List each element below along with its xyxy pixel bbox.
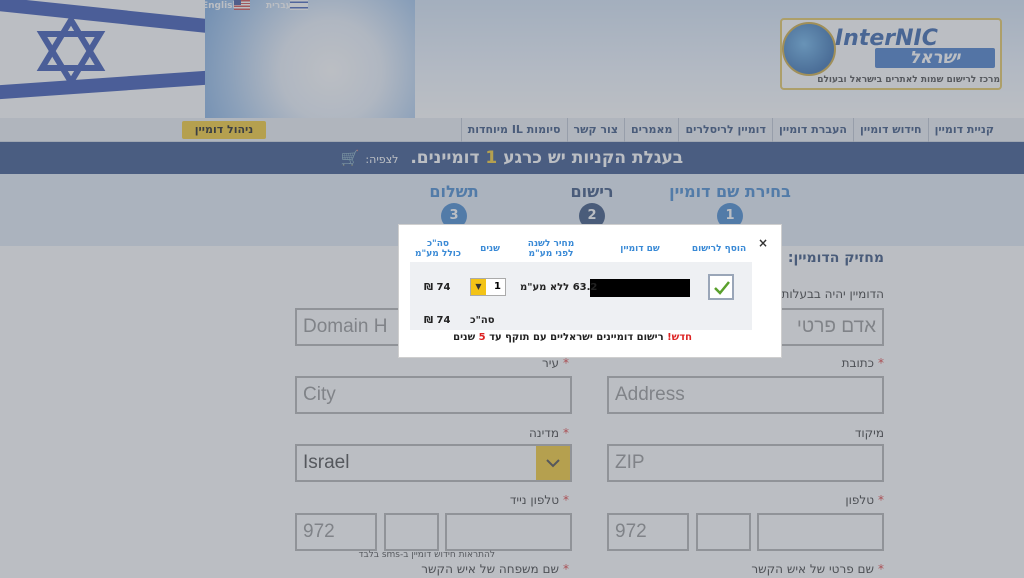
col-years-header: שנים bbox=[480, 244, 500, 254]
col-total-header: סה"כ כולל מע"מ bbox=[415, 239, 461, 259]
sum-total: 74 ₪ bbox=[424, 315, 451, 326]
price-per-year: 63.2 ללא מע"מ bbox=[520, 282, 598, 293]
close-icon[interactable]: × bbox=[758, 236, 768, 250]
col-domain-header: שם דומיין bbox=[620, 244, 660, 254]
sum-label: סה"כ bbox=[470, 315, 495, 326]
checkmark-icon bbox=[714, 281, 730, 295]
col-price-header: מחיר לשנה לפני מע"מ bbox=[527, 239, 575, 259]
chevron-down-icon[interactable]: ▼ bbox=[471, 279, 486, 295]
cart-item-row bbox=[410, 262, 752, 330]
col-add-header: הוסף לרישום bbox=[691, 244, 747, 254]
years-select[interactable]: ▼ 1 bbox=[470, 278, 506, 296]
years-value: 1 bbox=[494, 281, 501, 292]
add-to-registration-checkbox[interactable] bbox=[708, 274, 734, 300]
item-total: 74 ₪ bbox=[424, 282, 451, 293]
promo-text: חדש! רישום דומיינים ישראליים עם תוקף עד … bbox=[453, 332, 692, 343]
domain-name-redacted bbox=[590, 279, 690, 297]
